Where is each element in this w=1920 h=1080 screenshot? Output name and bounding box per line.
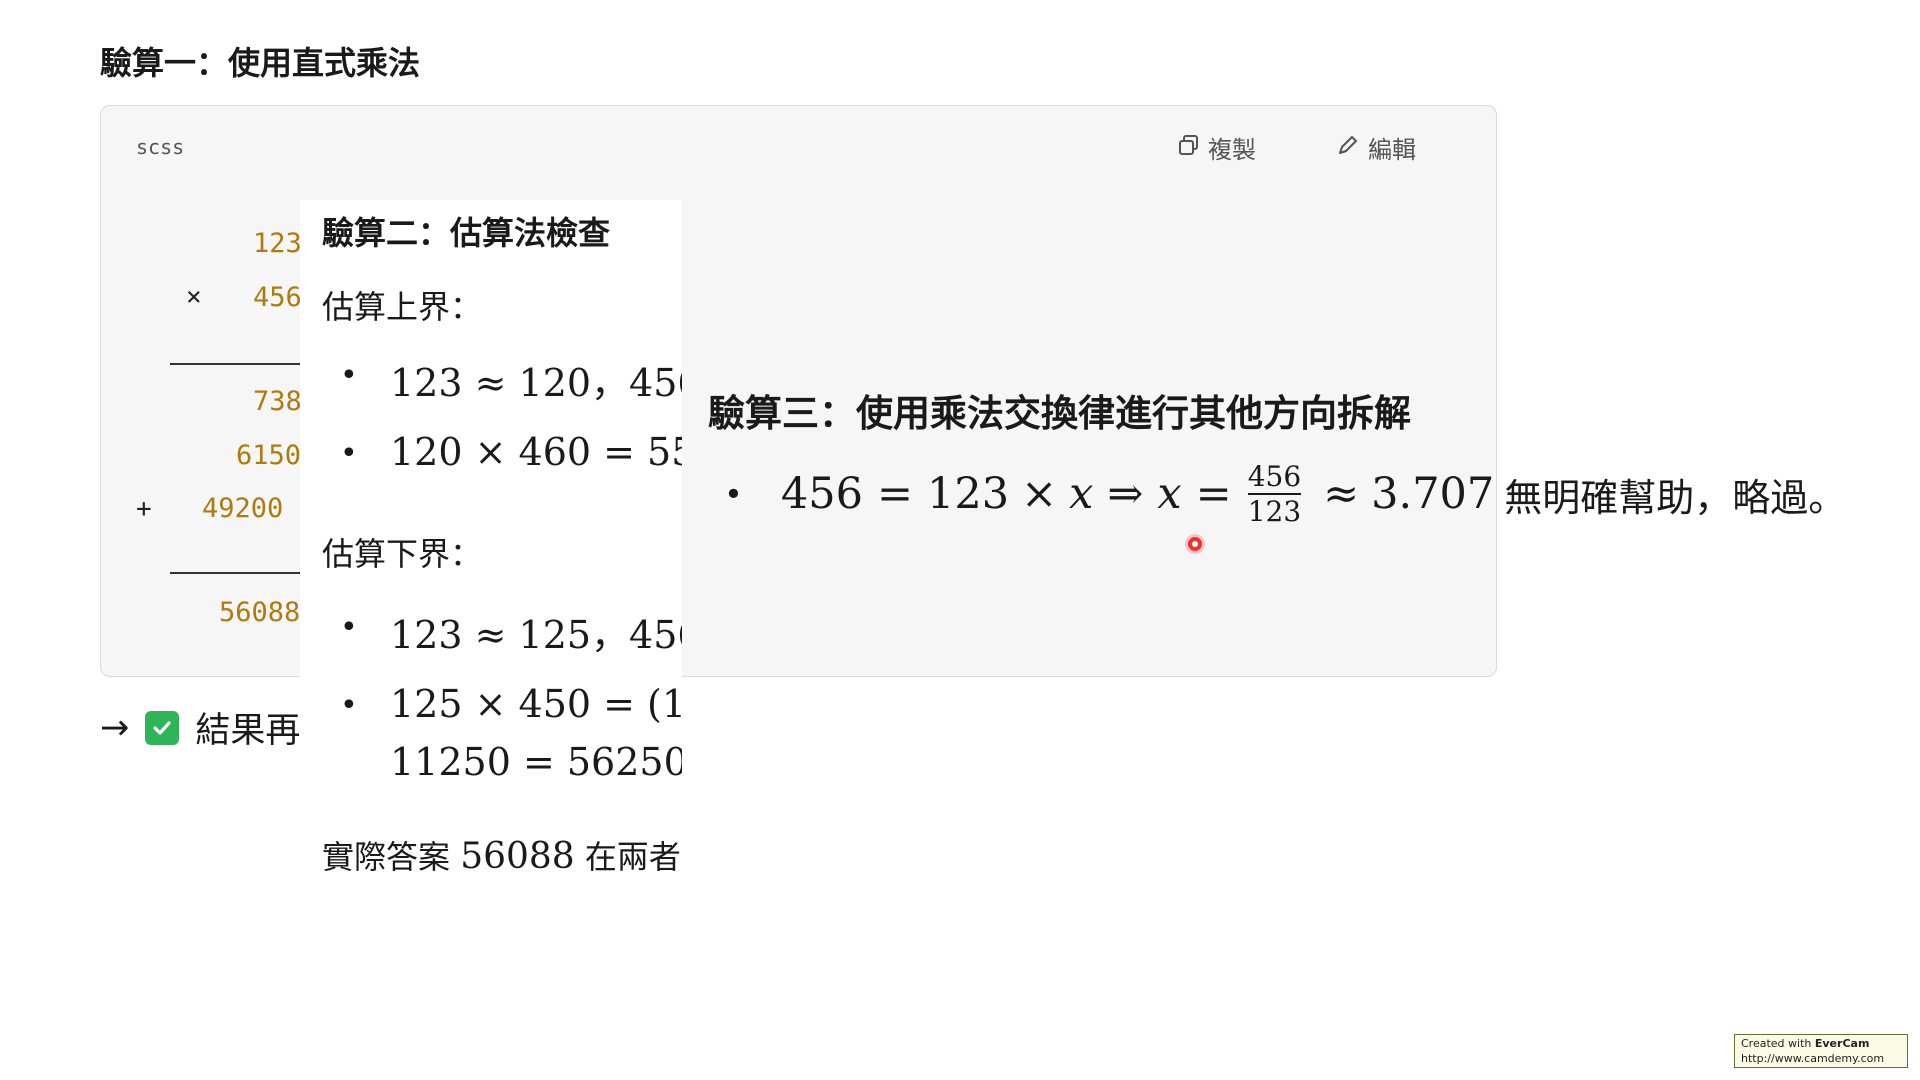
code-line-multiplier: 456 [253, 282, 302, 313]
section3-equation: • 456 = 123 × x ⇒ x = 456 123 ≈ 3.707 無明… [724, 462, 1846, 527]
edit-button[interactable]: 編輯 [1336, 130, 1416, 165]
eq-times: × [1021, 469, 1058, 520]
fraction-numerator: 456 [1247, 460, 1302, 493]
result-text: 結果再 [195, 711, 301, 751]
lower-bound-item: 125 × 450 = (10 [390, 682, 682, 726]
fraction-denominator: 123 [1247, 495, 1302, 529]
eq-variable: x [1069, 469, 1094, 520]
bullet: • [724, 475, 743, 514]
pencil-icon [1336, 133, 1360, 163]
actual-answer-line: 實際答案 56088 在兩者 [322, 832, 681, 878]
estimation-panel: 驗算二：估算法檢查 估算上界： • 123 ≈ 120，456 ≈ • 120 … [300, 200, 682, 880]
mouse-cursor-indicator [1188, 537, 1202, 551]
eq-variable: x [1157, 469, 1182, 520]
bullet: • [340, 688, 358, 723]
actual-answer-suffix: 在兩者 [584, 838, 681, 876]
upper-bound-heading: 估算上界： [322, 288, 483, 326]
lower-bound-item: 123 ≈ 125，456 ≈ [390, 613, 682, 657]
copy-button[interactable]: 複製 [1178, 130, 1256, 165]
evercam-watermark: Created with EverCam http://www.camdemy.… [1734, 1034, 1908, 1068]
bullet: • [340, 358, 358, 393]
watermark-url: http://www.camdemy.com [1741, 1052, 1885, 1065]
code-divider [170, 363, 305, 365]
eq-factor: 123 [926, 469, 1010, 520]
code-line-partial1: 738 [253, 386, 302, 417]
bullet: • [340, 610, 358, 645]
actual-answer-prefix: 實際答案 [322, 838, 451, 876]
eq-equals: = [1195, 469, 1232, 520]
lower-bound-item-continuation: 11250 = 56250 [390, 740, 682, 784]
actual-answer-number: 56088 [460, 836, 575, 877]
eq-equals: = [876, 469, 913, 520]
eq-lhs: 456 [780, 469, 863, 520]
section3-title: 驗算三：使用乘法交換律進行其他方向拆解 [708, 392, 1411, 435]
eq-approx-value: 3.707 [1371, 469, 1495, 520]
code-line-partial3: 49200 [202, 493, 284, 524]
eq-fraction: 456 123 [1247, 460, 1302, 529]
code-line-multiplicand: 123 [253, 228, 302, 259]
code-line-partial2: 6150 [236, 440, 302, 471]
edit-label: 編輯 [1368, 136, 1416, 164]
lower-bound-heading: 估算下界： [322, 535, 483, 573]
eq-trailing-text: 無明確幫助，略過。 [1504, 475, 1847, 520]
eq-implies: ⇒ [1107, 469, 1144, 520]
upper-bound-item: 123 ≈ 120，456 ≈ [390, 361, 682, 405]
result-row: → 結果再 [100, 702, 300, 753]
upper-bound-item: 120 × 460 = 552 [390, 430, 682, 474]
watermark-brand: EverCam [1814, 1037, 1870, 1050]
bullet: • [340, 436, 358, 471]
copy-icon [1178, 134, 1200, 162]
code-line-product: 56088 [219, 597, 301, 628]
watermark-prefix: Created with [1741, 1037, 1815, 1050]
code-language-label: scss [136, 135, 185, 159]
checkmark-icon [145, 710, 180, 745]
plus-sign: + [136, 494, 152, 524]
times-sign: × [186, 282, 202, 312]
arrow-right-icon: → [100, 707, 130, 748]
section1-title: 驗算一：使用直式乘法 [100, 44, 421, 82]
copy-label: 複製 [1208, 136, 1256, 164]
eq-approx: ≈ [1323, 469, 1360, 520]
section2-title: 驗算二：估算法檢查 [322, 214, 611, 252]
code-divider [170, 572, 305, 574]
